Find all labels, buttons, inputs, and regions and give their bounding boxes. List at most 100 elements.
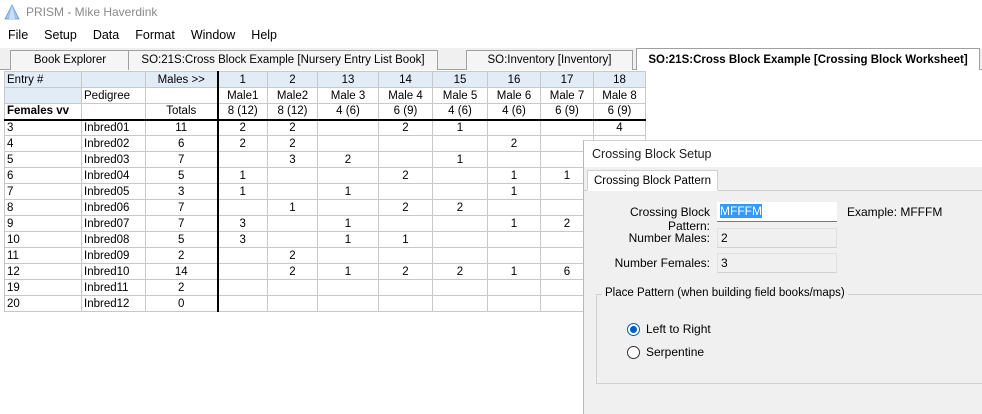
cross-count-cell[interactable] (432, 279, 488, 296)
pedigree-cell[interactable]: Inbred03 (81, 151, 146, 168)
cross-count-cell[interactable] (432, 295, 488, 312)
female-entry-cell[interactable]: 20 (4, 295, 82, 312)
male-name-cell[interactable]: Male2 (267, 87, 318, 104)
cross-count-cell[interactable] (317, 295, 379, 312)
menu-item-file[interactable]: File (0, 24, 36, 46)
cross-count-cell[interactable]: 3 (267, 151, 318, 168)
cross-count-cell[interactable]: 2 (267, 119, 318, 136)
cross-count-cell[interactable] (378, 279, 433, 296)
cross-count-cell[interactable] (487, 231, 541, 248)
cross-count-cell[interactable]: 2 (267, 247, 318, 264)
cross-count-cell[interactable] (217, 295, 268, 312)
male-name-cell[interactable]: Male 4 (378, 87, 433, 104)
radio-left-to-right[interactable]: Left to Right (627, 322, 711, 336)
cross-count-cell[interactable] (267, 295, 318, 312)
document-tab-2[interactable]: SO:21S:Cross Block Example [Nursery Entr… (128, 50, 438, 70)
pedigree-cell[interactable]: Inbred11 (81, 279, 146, 296)
cross-count-cell[interactable]: 2 (432, 199, 488, 216)
cross-count-cell[interactable] (540, 119, 594, 136)
cross-count-cell[interactable]: 1 (487, 263, 541, 280)
pedigree-cell[interactable]: Inbred02 (81, 135, 146, 152)
cross-count-cell[interactable]: 1 (487, 215, 541, 232)
female-entry-cell[interactable]: 12 (4, 263, 82, 280)
male-entry-header[interactable]: 17 (540, 71, 594, 88)
menu-item-help[interactable]: Help (243, 24, 285, 46)
radio-serpentine[interactable]: Serpentine (627, 345, 704, 359)
cross-count-cell[interactable] (432, 183, 488, 200)
pedigree-cell[interactable]: Inbred04 (81, 167, 146, 184)
male-name-cell[interactable]: Male 8 (593, 87, 646, 104)
cross-count-cell[interactable]: 2 (432, 263, 488, 280)
cross-count-cell[interactable]: 1 (267, 199, 318, 216)
cross-count-cell[interactable]: 1 (378, 231, 433, 248)
pedigree-cell[interactable]: Inbred08 (81, 231, 146, 248)
cross-count-cell[interactable] (378, 247, 433, 264)
pedigree-cell[interactable]: Inbred10 (81, 263, 146, 280)
cross-count-cell[interactable] (217, 279, 268, 296)
male-entry-header[interactable]: 18 (593, 71, 646, 88)
cross-count-cell[interactable] (487, 119, 541, 136)
cross-count-cell[interactable]: 2 (378, 119, 433, 136)
menu-item-setup[interactable]: Setup (36, 24, 85, 46)
pedigree-cell[interactable]: Inbred05 (81, 183, 146, 200)
male-name-cell[interactable]: Male 5 (432, 87, 488, 104)
female-entry-cell[interactable]: 9 (4, 215, 82, 232)
cross-count-cell[interactable] (487, 295, 541, 312)
cross-count-cell[interactable]: 2 (378, 167, 433, 184)
menu-item-format[interactable]: Format (127, 24, 183, 46)
cross-count-cell[interactable]: 3 (217, 231, 268, 248)
document-tab-3[interactable]: SO:Inventory [Inventory] (466, 50, 633, 70)
tab-crossing-block-pattern[interactable]: Crossing Block Pattern (587, 170, 718, 191)
cross-count-cell[interactable]: 4 (593, 119, 646, 136)
cross-count-cell[interactable] (487, 151, 541, 168)
cross-count-cell[interactable] (217, 263, 268, 280)
female-entry-cell[interactable]: 11 (4, 247, 82, 264)
cross-count-cell[interactable]: 1 (317, 263, 379, 280)
cross-count-cell[interactable] (378, 295, 433, 312)
cross-count-cell[interactable]: 2 (267, 263, 318, 280)
cross-count-cell[interactable] (432, 215, 488, 232)
pedigree-cell[interactable]: Inbred09 (81, 247, 146, 264)
male-entry-header[interactable]: 16 (487, 71, 541, 88)
cross-count-cell[interactable] (267, 231, 318, 248)
cross-count-cell[interactable] (317, 247, 379, 264)
cross-count-cell[interactable] (317, 167, 379, 184)
cross-count-cell[interactable]: 2 (317, 151, 379, 168)
menu-item-data[interactable]: Data (85, 24, 127, 46)
cross-count-cell[interactable]: 2 (378, 199, 433, 216)
cross-count-cell[interactable] (317, 135, 379, 152)
female-entry-cell[interactable]: 8 (4, 199, 82, 216)
cross-count-cell[interactable] (432, 247, 488, 264)
male-entry-header[interactable]: 2 (267, 71, 318, 88)
cross-count-cell[interactable] (487, 199, 541, 216)
cross-count-cell[interactable] (317, 279, 379, 296)
cross-count-cell[interactable] (317, 119, 379, 136)
cross-count-cell[interactable] (378, 183, 433, 200)
document-tab-4[interactable]: SO:21S:Cross Block Example [Crossing Blo… (636, 48, 980, 70)
cross-count-cell[interactable]: 1 (487, 183, 541, 200)
cross-count-cell[interactable]: 1 (432, 119, 488, 136)
cross-count-cell[interactable] (267, 167, 318, 184)
male-entry-header[interactable]: 14 (378, 71, 433, 88)
pedigree-cell[interactable]: Inbred01 (81, 119, 146, 136)
cross-count-cell[interactable] (487, 247, 541, 264)
cross-count-cell[interactable] (267, 279, 318, 296)
male-entry-header[interactable]: 13 (317, 71, 379, 88)
pedigree-header[interactable]: Pedigree (81, 87, 146, 104)
male-entry-header[interactable]: 1 (217, 71, 268, 88)
cross-count-cell[interactable]: 1 (317, 231, 379, 248)
female-entry-cell[interactable]: 3 (4, 119, 82, 136)
male-name-cell[interactable]: Male 3 (317, 87, 379, 104)
cross-count-cell[interactable] (217, 199, 268, 216)
cross-count-cell[interactable]: 1 (217, 183, 268, 200)
female-entry-cell[interactable]: 10 (4, 231, 82, 248)
pedigree-cell[interactable]: Inbred06 (81, 199, 146, 216)
female-entry-cell[interactable]: 5 (4, 151, 82, 168)
cross-count-cell[interactable]: 2 (378, 263, 433, 280)
cross-count-cell[interactable]: 1 (317, 215, 379, 232)
cross-count-cell[interactable] (217, 151, 268, 168)
male-name-cell[interactable]: Male 7 (540, 87, 594, 104)
pattern-input[interactable]: MFFFM (717, 202, 837, 222)
cross-count-cell[interactable] (217, 247, 268, 264)
document-tab-1[interactable]: Book Explorer (10, 50, 130, 70)
